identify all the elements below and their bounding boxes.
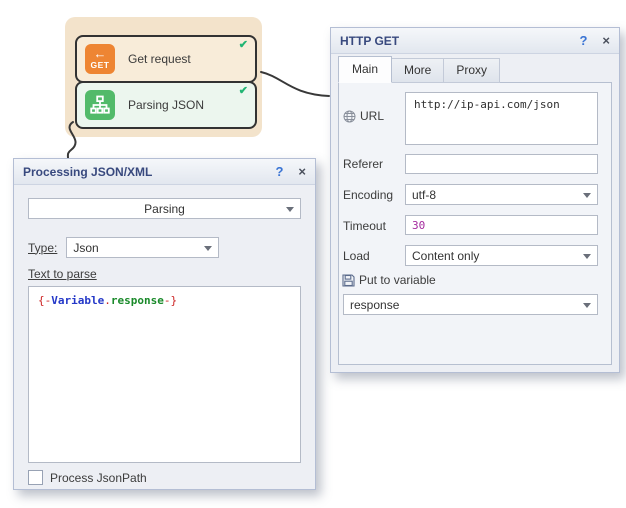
processing-json-dialog: Processing JSON/XML ? × Parsing Type: Js… [13, 158, 316, 490]
close-icon[interactable]: × [602, 33, 610, 48]
http-tabs: Main More Proxy [338, 57, 499, 83]
tab-main[interactable]: Main [338, 56, 392, 83]
put-to-variable-row: Put to variable [342, 273, 436, 287]
save-floppy-icon [342, 274, 355, 287]
load-select[interactable]: Content only [405, 245, 598, 266]
url-input[interactable]: http://ip-api.com/json [405, 92, 598, 145]
globe-www-icon [343, 110, 356, 123]
load-select-value: Content only [412, 249, 479, 263]
url-label: URL [360, 109, 384, 123]
code-token-variable: Variable [51, 294, 104, 307]
type-label: Type: [28, 241, 57, 255]
text-to-parse-label: Text to parse [28, 267, 301, 281]
timeout-input[interactable]: 30 [405, 215, 598, 235]
action-select-value: Parsing [144, 202, 185, 216]
encoding-label: Encoding [343, 188, 393, 202]
node-label: Get request [128, 52, 191, 66]
help-icon[interactable]: ? [579, 33, 587, 48]
code-token-dot: . [104, 294, 111, 307]
code-token-name: response [111, 294, 164, 307]
chevron-down-icon [204, 246, 212, 251]
processing-dialog-titlebar: Processing JSON/XML ? × [14, 159, 315, 185]
arrow-left-glyph: ← [94, 48, 107, 60]
chevron-down-icon [286, 207, 294, 212]
success-check-icon: ✔ [239, 38, 248, 51]
wire-get-to-http [261, 72, 329, 96]
encoding-select-value: utf-8 [412, 188, 436, 202]
node-get-request[interactable]: ← GET Get request ✔ [75, 35, 257, 83]
type-select[interactable]: Json [66, 237, 219, 258]
tab-proxy[interactable]: Proxy [443, 58, 500, 83]
variable-select-value: response [350, 298, 399, 312]
put-to-variable-label: Put to variable [359, 273, 436, 287]
chevron-down-icon [583, 303, 591, 308]
referer-label: Referer [343, 157, 383, 171]
variable-select[interactable]: response [343, 294, 598, 315]
process-jsonpath-checkbox[interactable] [28, 470, 43, 485]
node-label: Parsing JSON [128, 98, 204, 112]
node-stack: ← GET Get request ✔ [75, 35, 257, 129]
code-token-close: -} [164, 294, 177, 307]
parse-json-icon [85, 90, 115, 120]
load-label: Load [343, 249, 370, 263]
dialog-title: HTTP GET [340, 34, 579, 48]
http-dialog-titlebar: HTTP GET ? × [331, 28, 619, 54]
help-icon[interactable]: ? [275, 164, 283, 179]
chevron-down-icon [583, 254, 591, 259]
close-icon[interactable]: × [298, 164, 306, 179]
tab-more[interactable]: More [391, 58, 444, 83]
get-word-glyph: GET [91, 60, 110, 70]
timeout-label: Timeout [343, 219, 386, 233]
encoding-select[interactable]: utf-8 [405, 184, 598, 205]
action-select[interactable]: Parsing [28, 198, 301, 219]
success-check-icon: ✔ [239, 84, 248, 97]
text-to-parse-input[interactable]: {-Variable.response-} [28, 286, 301, 463]
flowchart-group-panel[interactable]: ← GET Get request ✔ [65, 17, 262, 137]
code-token-open: {- [38, 294, 51, 307]
workflow-editor-canvas: ← GET Get request ✔ [0, 0, 626, 508]
referer-input[interactable] [405, 154, 598, 174]
http-get-dialog: HTTP GET ? × Main More Proxy URL http://… [330, 27, 620, 373]
chevron-down-icon [583, 193, 591, 198]
sitemap-glyph [90, 95, 110, 115]
node-parsing-json[interactable]: Parsing JSON ✔ [75, 81, 257, 129]
url-label-row: URL [343, 109, 384, 123]
dialog-title: Processing JSON/XML [23, 165, 275, 179]
process-jsonpath-label: Process JsonPath [50, 471, 147, 485]
http-get-icon: ← GET [85, 44, 115, 74]
type-select-value: Json [73, 241, 98, 255]
